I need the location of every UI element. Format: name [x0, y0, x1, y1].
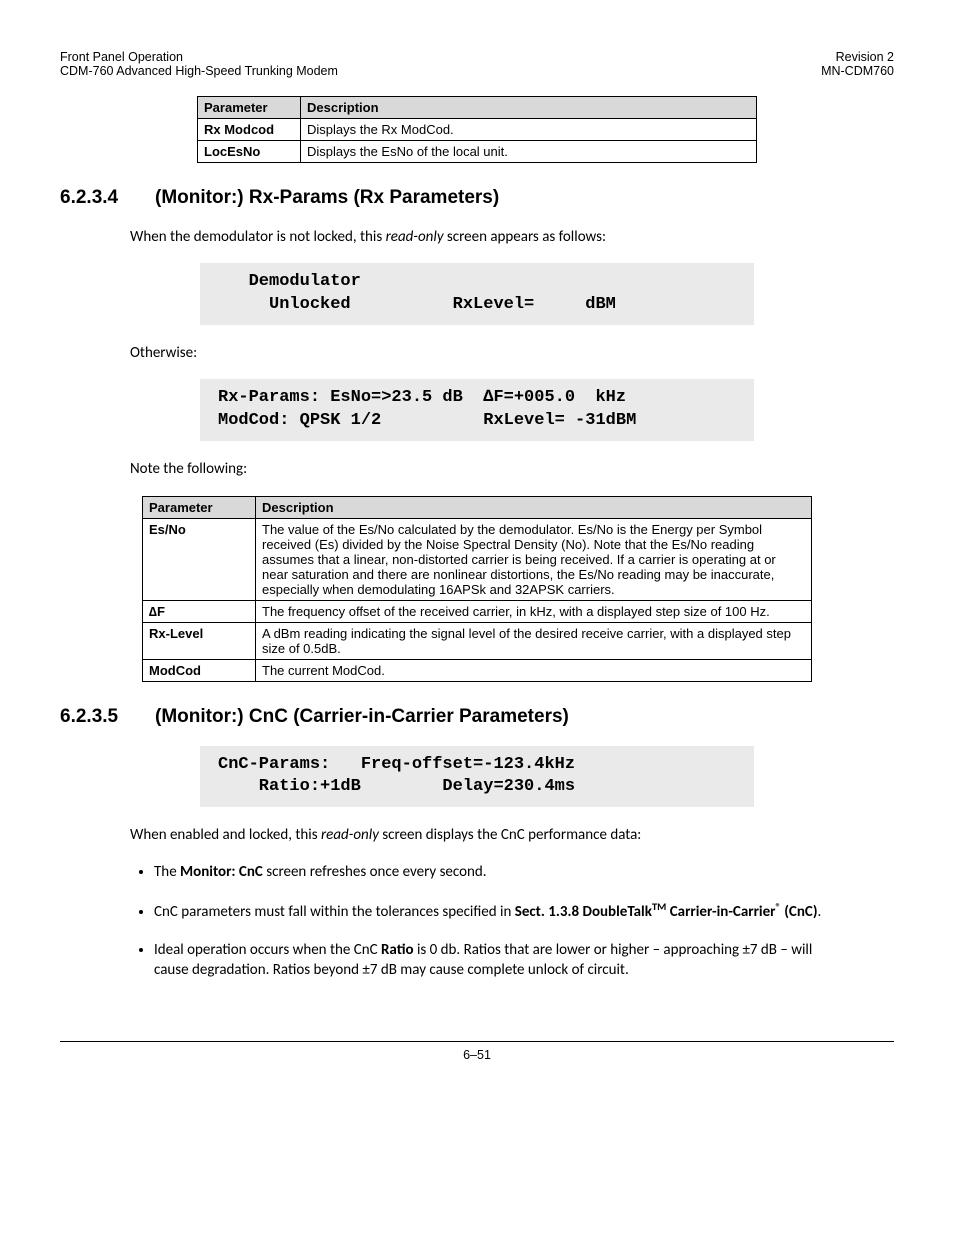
paragraph: Note the following: — [130, 459, 894, 479]
param-desc: A dBm reading indicating the signal leve… — [256, 622, 812, 659]
header-section: Front Panel Operation — [60, 50, 183, 64]
param-name: Rx Modcod — [198, 119, 301, 141]
list-item: The Monitor: CnC screen refreshes once e… — [154, 862, 834, 882]
page-footer: 6–51 — [60, 1041, 894, 1062]
param-name: ∆F — [143, 600, 256, 622]
header-right: Revision 2 MN-CDM760 — [821, 50, 894, 78]
param-name: ModCod — [143, 659, 256, 681]
section-number: 6.2.3.4 — [60, 187, 155, 209]
bullet-list: The Monitor: CnC screen refreshes once e… — [130, 862, 834, 981]
section-title: (Monitor:) CnC (Carrier-in-Carrier Param… — [155, 706, 569, 727]
page-number: 6–51 — [463, 1048, 491, 1062]
lcd-display-cnc: CnC-Params: Freq-offset=-123.4kHz Ratio:… — [200, 746, 754, 808]
table-row: ModCod The current ModCod. — [143, 659, 812, 681]
section-number: 6.2.3.5 — [60, 706, 155, 728]
parameter-table-2: Parameter Description Es/No The value of… — [142, 496, 812, 682]
paragraph: When enabled and locked, this read-only … — [130, 825, 894, 845]
section-heading-cnc: 6.2.3.5(Monitor:) CnC (Carrier-in-Carrie… — [60, 706, 894, 728]
paragraph: When the demodulator is not locked, this… — [130, 227, 894, 247]
col-parameter: Parameter — [143, 496, 256, 518]
table-row: Rx Modcod Displays the Rx ModCod. — [198, 119, 757, 141]
param-desc: The current ModCod. — [256, 659, 812, 681]
table-row: Es/No The value of the Es/No calculated … — [143, 518, 812, 600]
param-name: Rx-Level — [143, 622, 256, 659]
table-row: ∆F The frequency offset of the received … — [143, 600, 812, 622]
section-heading-rx-params: 6.2.3.4(Monitor:) Rx-Params (Rx Paramete… — [60, 187, 894, 209]
table-row: Rx-Level A dBm reading indicating the si… — [143, 622, 812, 659]
header-product: CDM-760 Advanced High-Speed Trunking Mod… — [60, 64, 338, 78]
param-desc: The value of the Es/No calculated by the… — [256, 518, 812, 600]
col-parameter: Parameter — [198, 97, 301, 119]
page-header: Front Panel Operation CDM-760 Advanced H… — [60, 50, 894, 78]
header-docnum: MN-CDM760 — [821, 64, 894, 78]
paragraph: Otherwise: — [130, 343, 894, 363]
header-revision: Revision 2 — [836, 50, 894, 64]
header-left: Front Panel Operation CDM-760 Advanced H… — [60, 50, 338, 78]
param-desc: Displays the Rx ModCod. — [301, 119, 757, 141]
parameter-table-1: Parameter Description Rx Modcod Displays… — [197, 96, 757, 163]
lcd-display-rxparams: Rx-Params: EsNo=>23.5 dB ∆F=+005.0 kHz M… — [200, 379, 754, 441]
col-description: Description — [256, 496, 812, 518]
table-row: LocEsNo Displays the EsNo of the local u… — [198, 141, 757, 163]
param-desc: The frequency offset of the received car… — [256, 600, 812, 622]
col-description: Description — [301, 97, 757, 119]
list-item: CnC parameters must fall within the tole… — [154, 900, 834, 922]
param-name: LocEsNo — [198, 141, 301, 163]
section-title: (Monitor:) Rx-Params (Rx Parameters) — [155, 187, 499, 208]
param-name: Es/No — [143, 518, 256, 600]
lcd-display-unlocked: Demodulator Unlocked RxLevel= dBM — [200, 263, 754, 325]
param-desc: Displays the EsNo of the local unit. — [301, 141, 757, 163]
list-item: Ideal operation occurs when the CnC Rati… — [154, 940, 834, 981]
